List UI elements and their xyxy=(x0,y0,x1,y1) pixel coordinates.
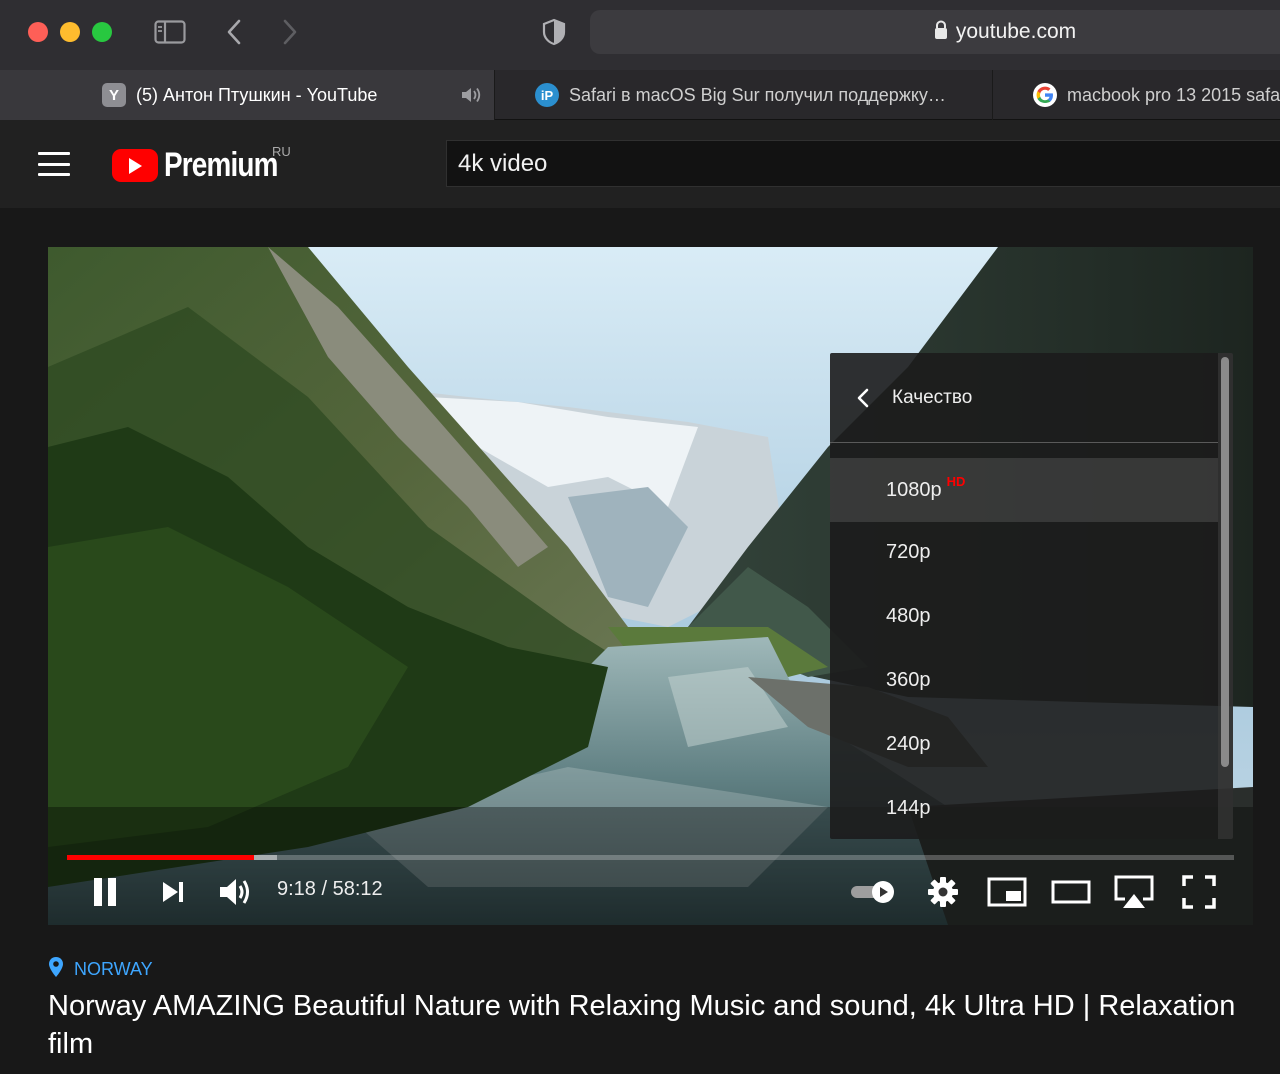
miniplayer-icon[interactable] xyxy=(986,875,1028,909)
youtube-play-logo-icon xyxy=(112,149,158,182)
quality-option-240p[interactable]: 240p xyxy=(830,712,1218,776)
quality-option-label: 144p xyxy=(886,796,931,819)
quality-option-480p[interactable]: 480p xyxy=(830,584,1218,648)
youtube-header: Premium RU 4k video xyxy=(0,120,1280,208)
quality-menu-scrollbar[interactable] xyxy=(1218,353,1233,839)
time-display: 9:18 / 58:12 xyxy=(277,878,383,900)
quality-option-144p[interactable]: 144p xyxy=(830,776,1218,839)
search-query: 4k video xyxy=(458,149,548,177)
location-pin-icon xyxy=(48,956,64,983)
quality-menu: Качество 1080p HD 720p 480p 360p 240p 14… xyxy=(830,353,1233,839)
youtube-premium-logo[interactable]: Premium RU xyxy=(112,144,303,185)
tab-label: Safari в macOS Big Sur получил поддержку… xyxy=(569,84,946,105)
progress-played xyxy=(67,855,254,860)
zoom-window-button[interactable] xyxy=(92,22,112,42)
ip-favicon: iP xyxy=(535,83,559,107)
speaker-icon[interactable] xyxy=(460,85,484,110)
close-window-button[interactable] xyxy=(28,22,48,42)
lock-icon xyxy=(934,19,948,45)
chevron-left-icon[interactable] xyxy=(856,388,876,408)
pause-button[interactable] xyxy=(88,875,122,909)
sidebar-toggle-icon[interactable] xyxy=(150,16,190,48)
menu-icon[interactable] xyxy=(38,152,70,176)
tab-label: (5) Антон Птушкин - YouTube xyxy=(136,84,378,105)
gear-icon[interactable] xyxy=(926,875,960,909)
watch-page: Качество 1080p HD 720p 480p 360p 240p 14… xyxy=(0,208,1280,1074)
quality-option-1080p[interactable]: 1080p HD xyxy=(830,458,1218,522)
search-input[interactable]: 4k video xyxy=(446,140,1280,187)
autoplay-toggle[interactable] xyxy=(848,877,898,907)
quality-menu-header[interactable]: Качество xyxy=(830,353,1218,443)
location-link[interactable]: NORWAY xyxy=(48,956,1248,983)
video-player[interactable]: Качество 1080p HD 720p 480p 360p 240p 14… xyxy=(48,247,1253,925)
quality-option-label: 720p xyxy=(886,540,931,563)
video-info: NORWAY Norway AMAZING Beautiful Nature w… xyxy=(48,956,1248,1063)
quality-option-label: 480p xyxy=(886,604,931,627)
volume-icon[interactable] xyxy=(216,873,256,911)
quality-option-label: 360p xyxy=(886,668,931,691)
quality-option-label: 240p xyxy=(886,732,931,755)
quality-option-360p[interactable]: 360p xyxy=(830,648,1218,712)
safari-toolbar: youtube.com xyxy=(0,0,1280,70)
tab-ipod[interactable]: iP Safari в macOS Big Sur получил поддер… xyxy=(494,70,992,120)
airplay-icon[interactable] xyxy=(1112,873,1156,911)
address-bar[interactable]: youtube.com xyxy=(590,10,1280,54)
google-favicon xyxy=(1033,83,1057,107)
hd-badge: HD xyxy=(946,473,966,489)
location-label: NORWAY xyxy=(74,959,153,979)
quality-option-label: 1080p xyxy=(886,478,942,501)
logo-wordmark: Premium xyxy=(164,146,278,184)
youtube-favicon: Y xyxy=(102,83,126,107)
minimize-window-button[interactable] xyxy=(60,22,80,42)
next-button[interactable] xyxy=(158,877,188,907)
theater-mode-icon[interactable] xyxy=(1050,877,1092,907)
quality-option-720p[interactable]: 720p xyxy=(830,520,1218,584)
tab-label: macbook pro 13 2015 safari xyxy=(1067,84,1280,105)
shield-icon[interactable] xyxy=(536,16,572,48)
back-arrow-icon[interactable] xyxy=(218,16,250,48)
progress-bar[interactable] xyxy=(67,855,1234,860)
video-title: Norway AMAZING Beautiful Nature with Rel… xyxy=(48,990,1236,1060)
logo-region: RU xyxy=(272,144,291,159)
tab-youtube[interactable]: Y (5) Антон Птушкин - YouTube xyxy=(0,70,494,120)
tab-bar: Y (5) Антон Птушкин - YouTube iP Safari … xyxy=(0,70,1280,120)
quality-menu-title: Качество xyxy=(892,386,973,408)
fullscreen-icon[interactable] xyxy=(1180,873,1218,911)
scrollbar-thumb[interactable] xyxy=(1221,357,1229,767)
url-text: youtube.com xyxy=(955,20,1077,43)
tab-google[interactable]: macbook pro 13 2015 safari xyxy=(992,70,1280,120)
forward-arrow-icon[interactable] xyxy=(274,16,306,48)
